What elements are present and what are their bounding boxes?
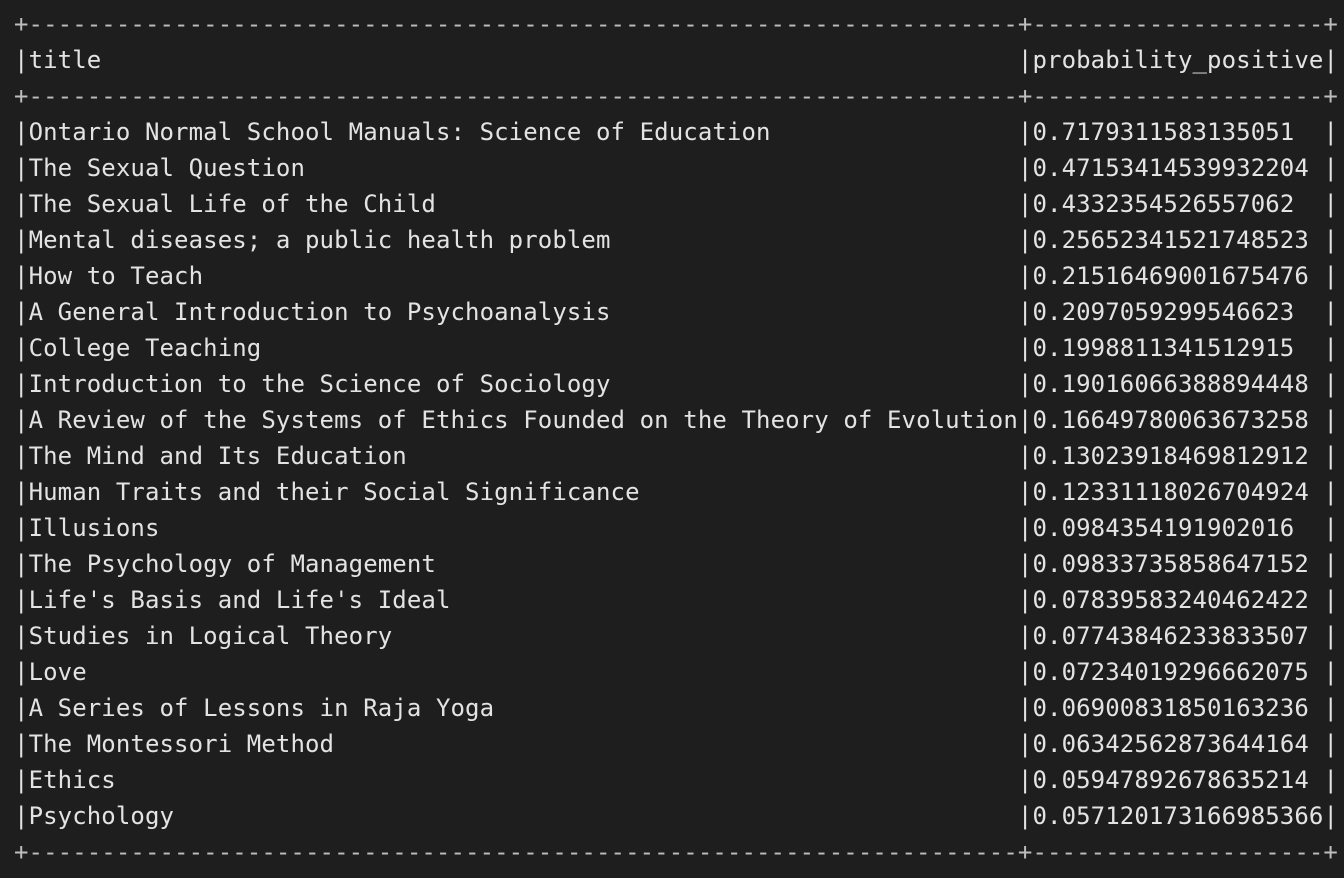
row-probability: 0.07743846233833507 <box>1032 622 1309 650</box>
row-probability: 0.06342562873644164 <box>1032 730 1309 758</box>
row-title: Love <box>28 658 87 686</box>
row-probability: 0.0984354191902016 <box>1032 514 1295 542</box>
terminal-output: +---------------------------------------… <box>14 6 1344 878</box>
table-row: |The Psychology of Management |0.0983373… <box>14 550 1339 578</box>
table-row: |How to Teach |0.21516469001675476 | <box>14 262 1339 290</box>
table-row: |A General Introduction to Psychoanalysi… <box>14 298 1339 326</box>
row-probability: 0.09833735858647152 <box>1032 550 1309 578</box>
row-title: The Sexual Question <box>28 154 305 182</box>
table-row: |A Review of the Systems of Ethics Found… <box>14 406 1339 434</box>
row-title: Psychology <box>28 802 175 830</box>
row-title: The Psychology of Management <box>28 550 436 578</box>
table-row: |Ontario Normal School Manuals: Science … <box>14 118 1339 146</box>
row-title: How to Teach <box>28 262 204 290</box>
table-row: |The Sexual Question |0.4715341453993220… <box>14 154 1339 182</box>
row-probability: 0.057120173166985366 <box>1032 802 1324 830</box>
table-row: |Studies in Logical Theory |0.0774384623… <box>14 622 1339 650</box>
row-probability: 0.1998811341512915 <box>1032 334 1295 362</box>
row-probability: 0.06900831850163236 <box>1032 694 1309 722</box>
table-row: |College Teaching |0.1998811341512915 | <box>14 334 1339 362</box>
table-row: |Life's Basis and Life's Ideal |0.078395… <box>14 586 1339 614</box>
table-border: +---------------------------------------… <box>14 10 1338 38</box>
row-probability: 0.12331118026704924 <box>1032 478 1309 506</box>
row-probability: 0.4332354526557062 <box>1032 190 1295 218</box>
row-title: Human Traits and their Social Significan… <box>28 478 640 506</box>
row-title: Studies in Logical Theory <box>28 622 393 650</box>
row-probability: 0.05947892678635214 <box>1032 766 1309 794</box>
row-title: The Mind and Its Education <box>28 442 407 470</box>
header-probability: probability_positive <box>1032 46 1324 74</box>
table-header: |title |probability_positive| <box>14 46 1339 74</box>
table-row: |The Montessori Method |0.06342562873644… <box>14 730 1339 758</box>
row-title: A Review of the Systems of Ethics Founde… <box>28 406 1018 434</box>
table-row: |The Mind and Its Education |0.130239184… <box>14 442 1339 470</box>
table-row: |Ethics |0.05947892678635214 | <box>14 766 1339 794</box>
table-row: |Love |0.07234019296662075 | <box>14 658 1339 686</box>
row-title: A General Introduction to Psychoanalysis <box>28 298 611 326</box>
table-row: |Mental diseases; a public health proble… <box>14 226 1339 254</box>
row-probability: 0.07839583240462422 <box>1032 586 1309 614</box>
row-probability: 0.19016066388894448 <box>1032 370 1309 398</box>
row-title: Ontario Normal School Manuals: Science o… <box>28 118 771 146</box>
row-title: Life's Basis and Life's Ideal <box>28 586 451 614</box>
table-row: |Psychology |0.057120173166985366| <box>14 802 1339 830</box>
row-title: Illusions <box>28 514 160 542</box>
row-title: Mental diseases; a public health problem <box>28 226 611 254</box>
table-row: |Human Traits and their Social Significa… <box>14 478 1339 506</box>
row-probability: 0.21516469001675476 <box>1032 262 1309 290</box>
row-probability: 0.2097059299546623 <box>1032 298 1295 326</box>
row-title: Ethics <box>28 766 116 794</box>
row-probability: 0.25652341521748523 <box>1032 226 1309 254</box>
table-row: |Illusions |0.0984354191902016 | <box>14 514 1339 542</box>
table-border: +---------------------------------------… <box>14 838 1338 866</box>
header-title: title <box>28 46 102 74</box>
row-probability: 0.16649780063673258 <box>1032 406 1309 434</box>
table-row: |The Sexual Life of the Child |0.4332354… <box>14 190 1339 218</box>
table-border: +---------------------------------------… <box>14 82 1338 110</box>
row-probability: 0.7179311583135051 <box>1032 118 1295 146</box>
row-title: Introduction to the Science of Sociology <box>28 370 611 398</box>
row-title: A Series of Lessons in Raja Yoga <box>28 694 495 722</box>
row-probability: 0.07234019296662075 <box>1032 658 1309 686</box>
row-title: College Teaching <box>28 334 262 362</box>
row-title: The Montessori Method <box>28 730 335 758</box>
row-title: The Sexual Life of the Child <box>28 190 436 218</box>
table-row: |A Series of Lessons in Raja Yoga |0.069… <box>14 694 1339 722</box>
table-row: |Introduction to the Science of Sociolog… <box>14 370 1339 398</box>
row-probability: 0.13023918469812912 <box>1032 442 1309 470</box>
row-probability: 0.47153414539932204 <box>1032 154 1309 182</box>
